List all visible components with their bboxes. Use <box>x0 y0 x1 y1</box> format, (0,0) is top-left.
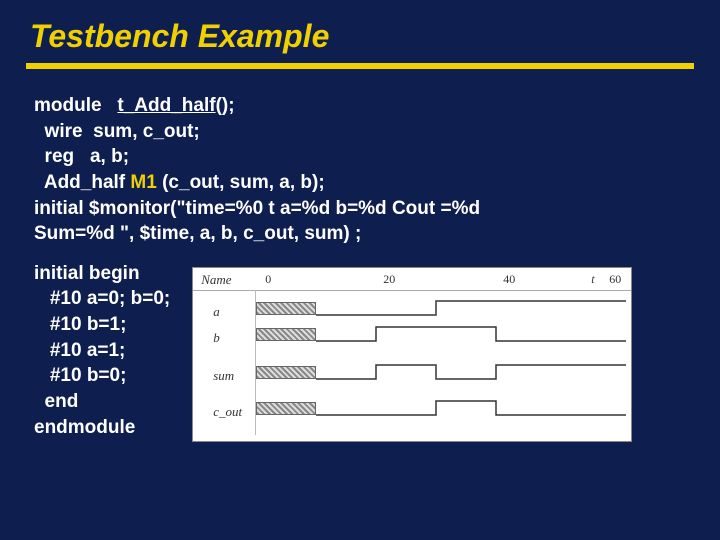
code-line: wire sum, c_out; <box>34 119 686 145</box>
wave-plot <box>255 290 623 435</box>
code-line: #10 b=1; <box>34 312 170 338</box>
code-line: initial begin <box>34 261 170 287</box>
wave-signal-label: sum <box>213 368 234 384</box>
code-line: Sum=%d ", $time, a, b, c_out, sum) ; <box>34 221 686 247</box>
code-text: Add_half <box>34 172 125 193</box>
code-text: (c_out, sum, a, b); <box>162 172 325 193</box>
slide: Testbench Example module t_Add_half(); w… <box>0 0 720 540</box>
lower-row: initial begin #10 a=0; b=0; #10 b=1; #10… <box>34 261 686 442</box>
code-line: module t_Add_half(); <box>34 93 686 119</box>
code-line: #10 a=0; b=0; <box>34 286 170 312</box>
wave-tick: 40 <box>503 272 515 287</box>
wave-tick: 60 <box>609 272 621 287</box>
code-line: initial $monitor("time=%0 t a=%d b=%d Co… <box>34 196 686 222</box>
wave-tick: 20 <box>383 272 395 287</box>
code-line: Add_half M1 (c_out, sum, a, b); <box>34 170 686 196</box>
wave-tick: t <box>591 272 594 287</box>
copyright-note <box>624 430 626 438</box>
kw-module: module <box>34 95 102 116</box>
wave-tick: 0 <box>265 272 271 287</box>
module-name: t_Add_half <box>117 95 215 116</box>
code-text: (); <box>216 95 235 116</box>
code-line: reg a, b; <box>34 144 686 170</box>
wave-name-header: Name <box>201 272 231 288</box>
wave-signal-cout <box>256 290 626 440</box>
code-block-1: module t_Add_half(); wire sum, c_out; re… <box>34 93 686 247</box>
code-line: end <box>34 389 170 415</box>
title-rule <box>26 63 694 69</box>
waveform-diagram: Name 0 20 40 t 60 a b sum c_out <box>192 267 632 442</box>
code-line: #10 a=1; <box>34 338 170 364</box>
code-block-2: initial begin #10 a=0; b=0; #10 b=1; #10… <box>34 261 170 440</box>
content-area: module t_Add_half(); wire sum, c_out; re… <box>0 93 720 442</box>
wave-signal-label: b <box>213 330 220 346</box>
code-line: #10 b=0; <box>34 363 170 389</box>
wave-signal-label: c_out <box>213 404 242 420</box>
wave-signal-label: a <box>213 304 220 320</box>
slide-title: Testbench Example <box>0 18 720 63</box>
instance-name: M1 <box>130 172 156 193</box>
code-line: endmodule <box>34 415 170 441</box>
